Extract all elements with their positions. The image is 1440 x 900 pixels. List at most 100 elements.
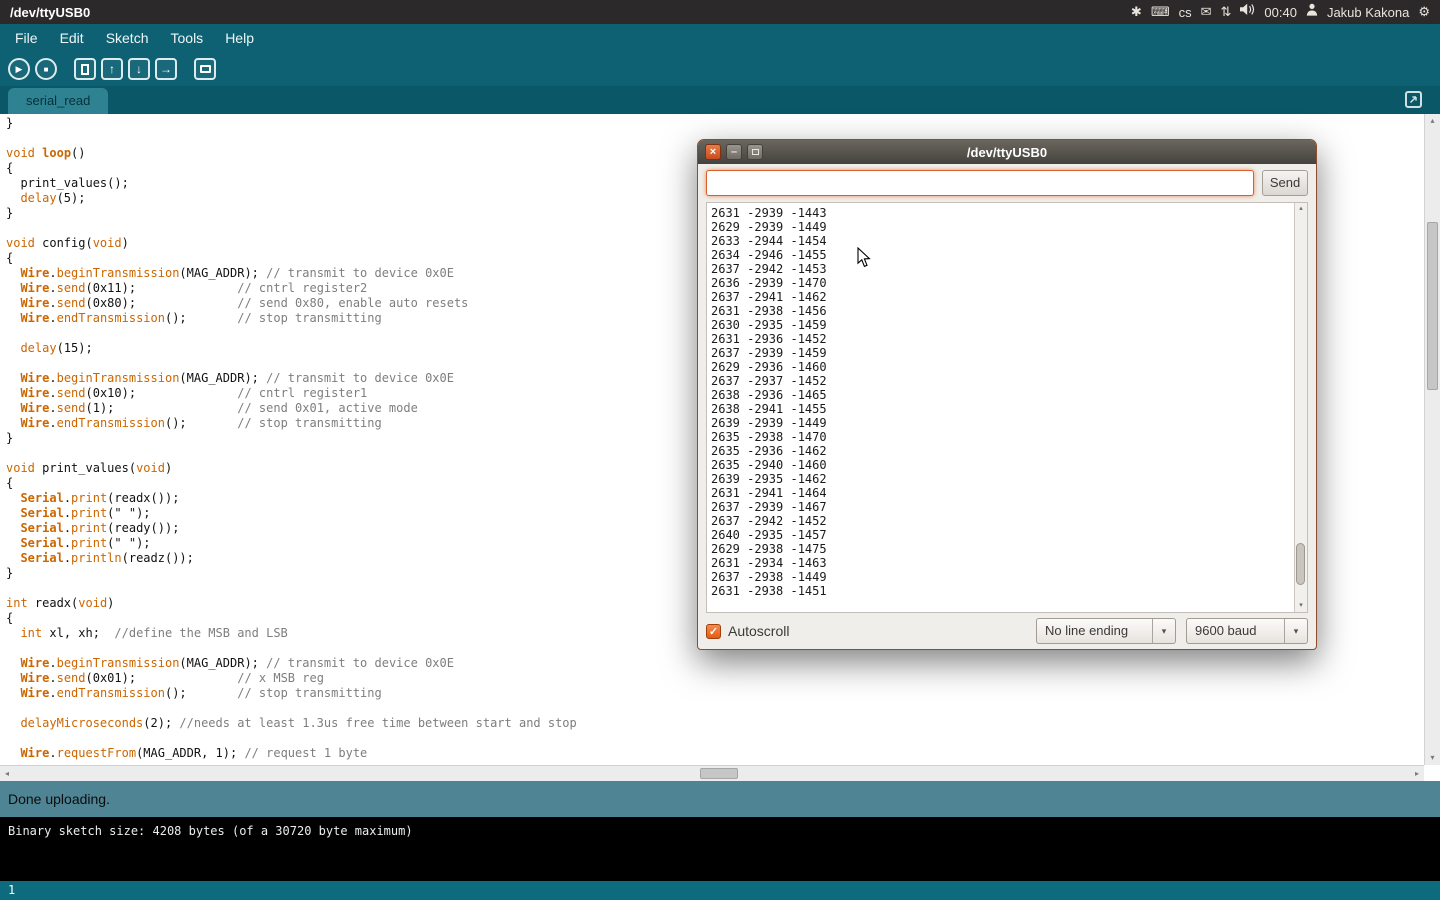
desktop: /dev/ttyUSB0 ✱ ⌨ cs ✉ ⇅ 00:40 Jakub Kako…	[0, 0, 1440, 900]
serial-scroll-down-icon[interactable]: ▾	[1295, 600, 1307, 612]
system-bar: /dev/ttyUSB0 ✱ ⌨ cs ✉ ⇅ 00:40 Jakub Kako…	[0, 0, 1440, 24]
serial-monitor-icon	[200, 65, 211, 73]
line-number-bar: 1	[0, 881, 1440, 900]
editor-horizontal-scrollbar[interactable]: ◂ ▸	[0, 765, 1424, 781]
serial-line: 2631 -2941 -1464	[711, 486, 1303, 500]
toolbar: ▶ ■ ↑ ↓→	[0, 52, 1440, 86]
keyboard-layout-label[interactable]: cs	[1179, 5, 1192, 20]
menu-tools[interactable]: Tools	[160, 24, 215, 52]
serial-monitor-button[interactable]	[194, 58, 216, 80]
code-line: Wire.endTransmission(); // stop transmit…	[6, 686, 1424, 701]
scroll-up-icon[interactable]: ▴	[1425, 114, 1440, 128]
autoscroll-checkbox[interactable]: ✓	[706, 624, 721, 639]
scroll-left-icon[interactable]: ◂	[0, 766, 14, 781]
baud-rate-dropdown[interactable]: 9600 baud ▾	[1186, 618, 1308, 644]
send-button[interactable]: Send	[1262, 170, 1308, 196]
serial-line: 2637 -2941 -1462	[711, 290, 1303, 304]
menu-help[interactable]: Help	[214, 24, 265, 52]
serial-line: 2639 -2935 -1462	[711, 472, 1303, 486]
close-icon[interactable]: ×	[705, 144, 721, 160]
serial-line: 2637 -2939 -1467	[711, 500, 1303, 514]
serial-line: 2631 -2939 -1443	[711, 206, 1303, 220]
line-ending-dropdown[interactable]: No line ending ▾	[1036, 618, 1176, 644]
horizontal-scroll-handle[interactable]	[700, 768, 738, 779]
serial-send-input[interactable]	[706, 170, 1254, 196]
serial-line: 2629 -2936 -1460	[711, 360, 1303, 374]
editor-vertical-scrollbar[interactable]: ▴ ▾	[1424, 114, 1440, 765]
maximize-icon[interactable]	[747, 144, 763, 160]
user-name[interactable]: Jakub Kakona	[1327, 5, 1409, 20]
session-gear-icon[interactable]: ⚙	[1418, 0, 1430, 24]
upload-button[interactable]: →	[155, 58, 177, 80]
network-sync-icon[interactable]: ⇅	[1220, 0, 1231, 24]
serial-line: 2635 -2936 -1462	[711, 444, 1303, 458]
system-window-title: /dev/ttyUSB0	[10, 5, 90, 20]
code-line	[6, 701, 1424, 716]
mail-icon[interactable]: ✉	[1201, 0, 1212, 24]
serial-line: 2639 -2939 -1449	[711, 416, 1303, 430]
verify-button[interactable]: ▶	[8, 58, 30, 80]
code-line: Wire.send(0x01); // x MSB reg	[6, 671, 1424, 686]
serial-line: 2629 -2938 -1475	[711, 542, 1303, 556]
open-button[interactable]: ↑	[101, 58, 123, 80]
vertical-scroll-handle[interactable]	[1427, 222, 1438, 390]
serial-output[interactable]: 2631 -2939 -14432629 -2939 -14492633 -29…	[706, 202, 1308, 613]
baud-rate-value: 9600 baud	[1187, 619, 1284, 643]
serial-line: 2631 -2938 -1451	[711, 584, 1303, 598]
serial-line: 2638 -2941 -1455	[711, 402, 1303, 416]
code-line	[6, 731, 1424, 746]
autoscroll-label: Autoscroll	[728, 623, 789, 639]
serial-scroll-up-icon[interactable]: ▴	[1295, 203, 1307, 215]
line-ending-value: No line ending	[1037, 619, 1152, 643]
serial-line: 2638 -2936 -1465	[711, 388, 1303, 402]
open-icon: ↑	[109, 63, 115, 76]
status-bar: Done uploading.	[0, 781, 1440, 817]
console-output: Binary sketch size: 4208 bytes (of a 307…	[0, 817, 1440, 881]
serial-line: 2631 -2936 -1452	[711, 332, 1303, 346]
serial-line: 2631 -2938 -1456	[711, 304, 1303, 318]
popout-arrow-icon	[1409, 91, 1418, 109]
serial-lines: 2631 -2939 -14432629 -2939 -14492633 -29…	[707, 203, 1307, 598]
mouse-cursor	[857, 247, 871, 273]
menu-sketch[interactable]: Sketch	[95, 24, 160, 52]
indicator-icon[interactable]: ✱	[1131, 0, 1142, 24]
new-button[interactable]	[74, 58, 96, 80]
window-controls: × –	[705, 144, 763, 160]
serial-scroll-handle[interactable]	[1296, 543, 1305, 585]
chevron-down-icon: ▾	[1284, 619, 1307, 643]
code-line: }	[6, 116, 1424, 131]
keyboard-icon[interactable]: ⌨	[1151, 0, 1170, 24]
stop-button[interactable]: ■	[35, 58, 57, 80]
serial-window-titlebar[interactable]: × – /dev/ttyUSB0	[698, 140, 1316, 164]
tab-bar: serial_read	[0, 86, 1440, 114]
serial-monitor-window: × – /dev/ttyUSB0 Send 2631 -2939 -144326…	[697, 139, 1317, 650]
tab-serial-read[interactable]: serial_read	[8, 88, 108, 114]
serial-line: 2633 -2944 -1454	[711, 234, 1303, 248]
menu-file[interactable]: File	[4, 24, 49, 52]
serial-line: 2629 -2939 -1449	[711, 220, 1303, 234]
serial-line: 2637 -2939 -1459	[711, 346, 1303, 360]
serial-controls: ✓ Autoscroll No line ending ▾ 9600 baud …	[698, 613, 1316, 649]
serial-line: 2637 -2942 -1452	[711, 514, 1303, 528]
menu-bar: FileEditSketchToolsHelp	[0, 24, 1440, 52]
new-icon	[81, 64, 89, 75]
scroll-right-icon[interactable]: ▸	[1410, 766, 1424, 781]
verify-icon: ▶	[16, 64, 23, 75]
scroll-down-icon[interactable]: ▾	[1425, 751, 1440, 765]
serial-line: 2637 -2938 -1449	[711, 570, 1303, 584]
serial-line: 2636 -2939 -1470	[711, 276, 1303, 290]
system-tray: ✱ ⌨ cs ✉ ⇅ 00:40 Jakub Kakona ⚙	[1131, 0, 1440, 24]
volume-icon[interactable]	[1240, 0, 1255, 24]
save-button[interactable]: ↓	[128, 58, 150, 80]
serial-scrollbar[interactable]: ▴ ▾	[1294, 203, 1307, 612]
serial-line: 2630 -2935 -1459	[711, 318, 1303, 332]
serial-line: 2637 -2937 -1452	[711, 374, 1303, 388]
clock[interactable]: 00:40	[1264, 5, 1297, 20]
maximize-square	[752, 149, 759, 155]
user-icon	[1306, 0, 1318, 24]
minimize-icon[interactable]: –	[726, 144, 742, 160]
stop-icon: ■	[44, 64, 49, 75]
code-line: Wire.requestFrom(MAG_ADDR, 1); // reques…	[6, 746, 1424, 761]
menu-edit[interactable]: Edit	[49, 24, 95, 52]
tab-menu-button[interactable]	[1405, 91, 1422, 108]
